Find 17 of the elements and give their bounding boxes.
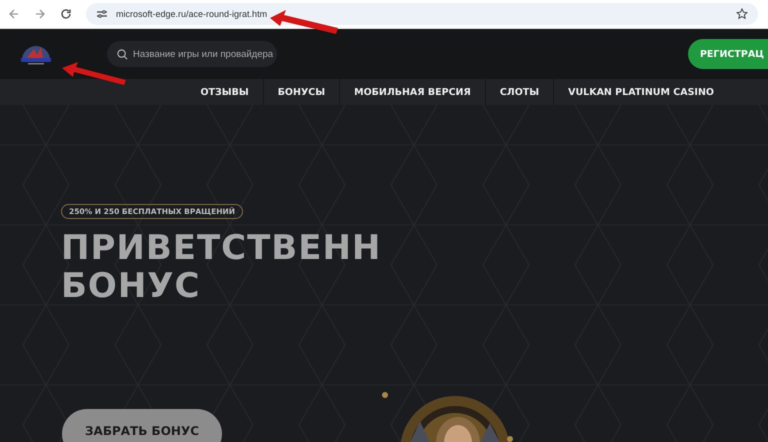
site-settings-icon[interactable] <box>96 8 108 20</box>
star-icon[interactable] <box>736 8 748 20</box>
forward-icon[interactable] <box>34 8 46 20</box>
address-bar[interactable]: microsoft-edge.ru/ace-round-igrat.htm <box>86 3 758 25</box>
search-field[interactable]: Название игры или провайдера <box>107 41 277 67</box>
annotation-arrow <box>268 10 340 36</box>
claim-bonus-button[interactable]: ЗАБРАТЬ БОНУС <box>62 409 222 442</box>
back-icon[interactable] <box>8 8 20 20</box>
hero-title: БОНУС <box>61 267 202 305</box>
hero-title: ПРИВЕТСТВЕНН <box>61 229 382 267</box>
logo-icon[interactable] <box>20 43 52 65</box>
search-icon <box>117 48 128 60</box>
reload-icon[interactable] <box>60 8 72 20</box>
url-text: microsoft-edge.ru/ace-round-igrat.htm <box>116 9 268 19</box>
register-button[interactable]: РЕГИСТРАЦ <box>688 39 768 69</box>
annotation-arrow <box>60 60 128 86</box>
nav-link[interactable]: ОТЗЫВЫ <box>186 79 263 105</box>
